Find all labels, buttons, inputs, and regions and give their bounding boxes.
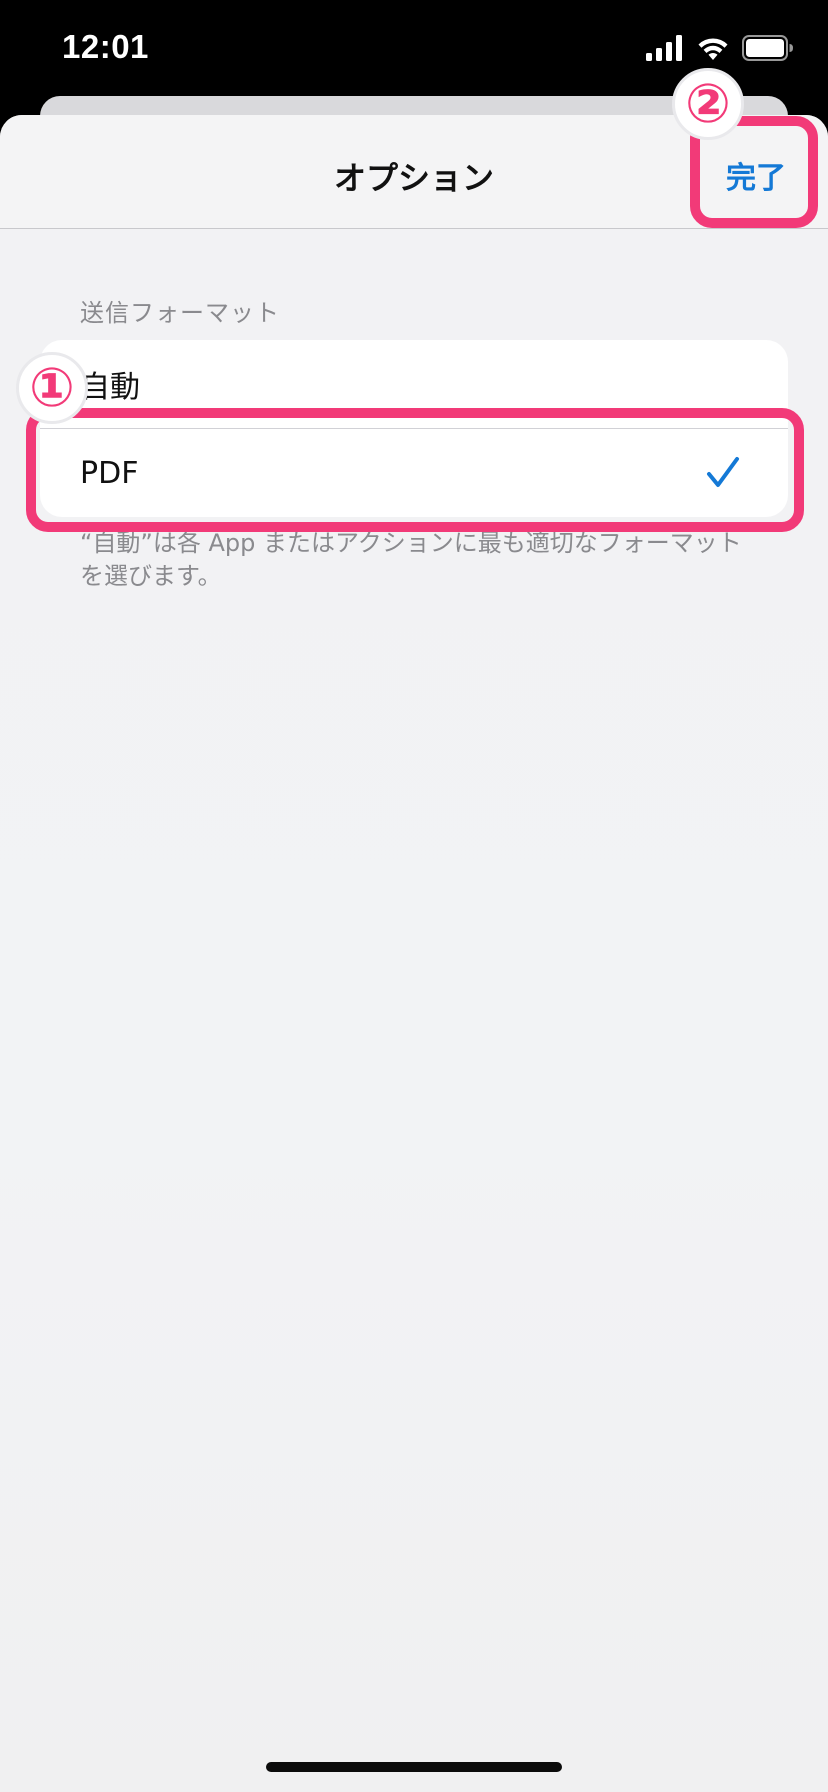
home-indicator: [266, 1762, 562, 1772]
format-options-list: 自動 PDF: [40, 340, 788, 517]
screen: 12:01 オプション 完了 送信フォーマット 自動 PDF “自動”は各 Ap…: [0, 0, 828, 1792]
done-button[interactable]: 完了: [726, 153, 786, 197]
options-sheet: オプション 完了 送信フォーマット 自動 PDF “自動”は各 App またはア…: [0, 115, 828, 1792]
option-pdf[interactable]: PDF: [40, 428, 788, 517]
wifi-icon: [696, 35, 730, 65]
option-auto[interactable]: 自動: [40, 340, 788, 428]
signal-icon: [646, 35, 684, 65]
status-icons: [646, 35, 794, 65]
footer-note: “自動”は各 App またはアクションに最も適切なフォーマットを選びます。: [80, 529, 742, 590]
nav-title: オプション: [333, 159, 494, 197]
section-header: 送信フォーマット: [80, 299, 280, 327]
checkmark-icon: [704, 454, 742, 492]
status-time: 12:01: [62, 28, 149, 65]
step-badge-1: ①: [16, 352, 88, 424]
option-label: PDF: [80, 455, 139, 491]
step-badge-2: ②: [672, 68, 744, 140]
option-label: 自動: [80, 370, 140, 405]
battery-icon: [742, 35, 794, 65]
